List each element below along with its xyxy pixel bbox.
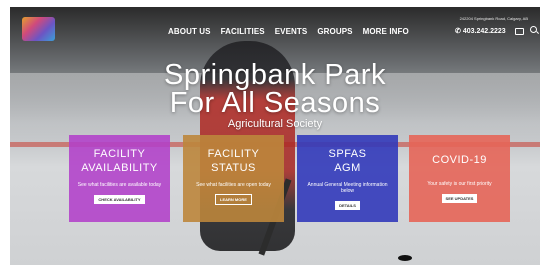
phone-icon: ✆ xyxy=(455,28,461,35)
organization-logo[interactable] xyxy=(22,17,55,41)
card-facility-status[interactable]: FACILITY STATUS See what facilities are o… xyxy=(183,135,284,222)
card-facility-availability[interactable]: FACILITY AVAILABILITY See what facilities… xyxy=(69,135,170,222)
mail-icon[interactable] xyxy=(515,28,524,35)
hero-subtitle: Agricultural Society xyxy=(227,118,323,130)
hockey-puck xyxy=(398,255,412,261)
card-text: See what facilities are open today xyxy=(196,182,271,188)
card-title: FACILITY AVAILABILITY xyxy=(81,148,158,174)
see-updates-button[interactable]: SEE UPDATES xyxy=(441,194,478,203)
phone-link[interactable]: ✆ 403.242.2223 xyxy=(455,27,506,35)
search-icon[interactable] xyxy=(530,26,537,33)
hero-section: ABOUT US FACILITIES EVENTS GROUPS MORE I… xyxy=(10,7,540,265)
card-spfas-agm[interactable]: SPFAS AGM Annual General Meeting informat… xyxy=(297,135,398,222)
card-covid-19[interactable]: COVID-19 Your safety is our first priori… xyxy=(409,135,510,222)
nav-item-about-us[interactable]: ABOUT US xyxy=(168,27,211,36)
card-text: Annual General Meeting information below xyxy=(307,182,388,194)
details-button[interactable]: DETAILS xyxy=(335,201,360,210)
learn-more-button[interactable]: LEARN MORE xyxy=(215,194,252,205)
card-title: SPFAS AGM xyxy=(328,148,367,174)
nav-item-more-info[interactable]: MORE INFO xyxy=(363,27,409,36)
phone-number: 403.242.2223 xyxy=(462,28,506,35)
address-text: 242204 Springbank Road, Calgary, AB xyxy=(459,16,528,21)
nav-item-groups[interactable]: GROUPS xyxy=(317,27,352,36)
card-text: Your safety is our first priority xyxy=(427,181,492,187)
check-availability-button[interactable]: CHECK AVAILABILITY xyxy=(94,195,145,204)
card-text: See what facilities are available today xyxy=(77,182,162,188)
nav-item-facilities[interactable]: FACILITIES xyxy=(221,27,265,36)
card-title: COVID-19 xyxy=(432,154,487,166)
card-title: FACILITY STATUS xyxy=(207,148,260,174)
nav-item-events[interactable]: EVENTS xyxy=(275,27,308,36)
main-nav: ABOUT US FACILITIES EVENTS GROUPS MORE I… xyxy=(168,27,409,36)
hero-title-line2: For All Seasons xyxy=(169,87,381,119)
